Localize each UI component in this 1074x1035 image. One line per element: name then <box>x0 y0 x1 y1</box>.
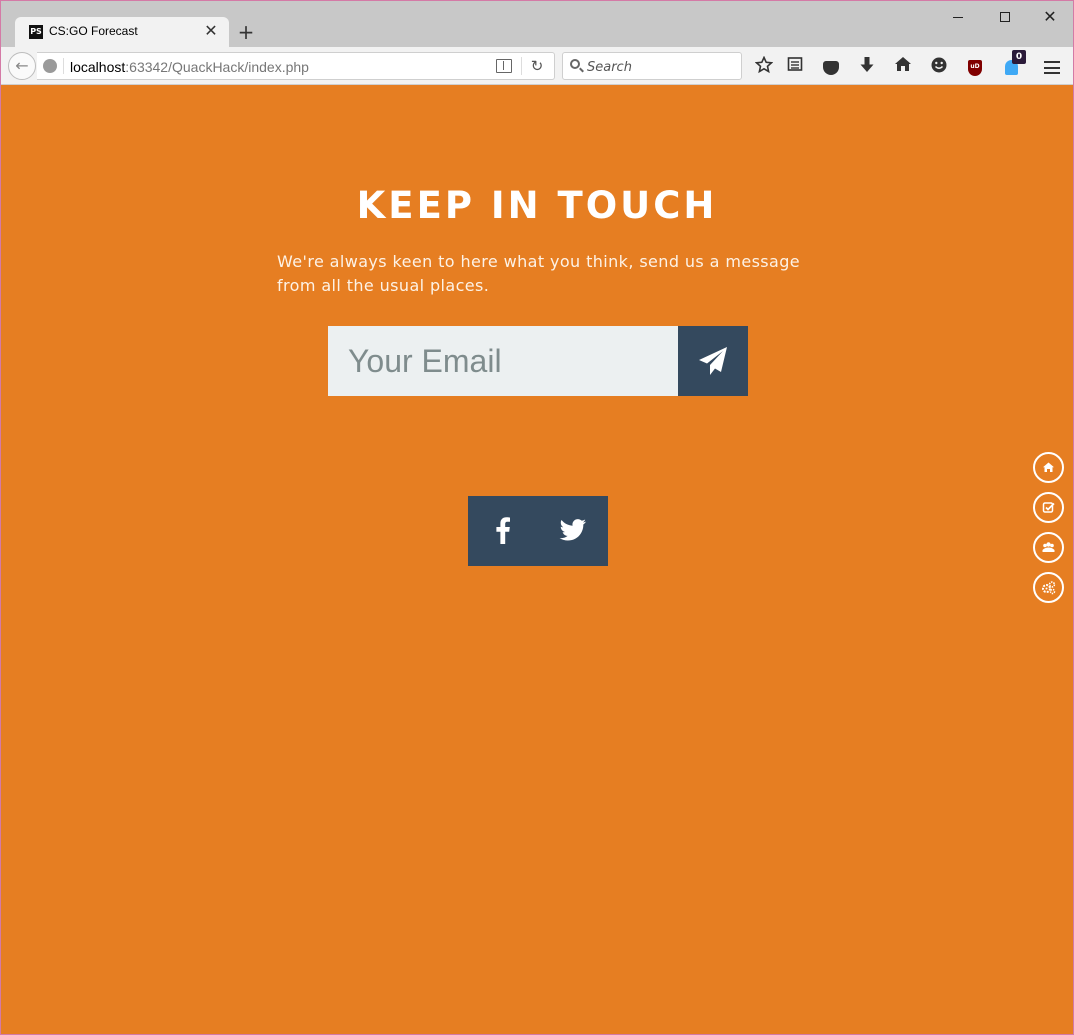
reload-icon[interactable]: ↻ <box>527 56 547 76</box>
address-bar[interactable]: localhost:63342/QuackHack/index.php ↻ <box>37 52 555 80</box>
star-icon[interactable] <box>753 55 775 78</box>
url-divider <box>63 58 64 74</box>
search-icon <box>570 59 580 69</box>
navigation-toolbar: ← localhost:63342/QuackHack/index.php ↻ <box>1 47 1073 85</box>
notification-badge: 0 <box>1012 50 1026 64</box>
facebook-button[interactable] <box>468 496 538 566</box>
side-nav-settings[interactable] <box>1033 572 1064 603</box>
search-input[interactable] <box>587 57 737 77</box>
tab-close-icon[interactable]: ✕ <box>203 22 219 40</box>
url-divider <box>521 57 522 75</box>
url-path: :63342/QuackHack/index.php <box>125 59 309 75</box>
paper-plane-icon <box>699 347 727 375</box>
side-nav-team[interactable] <box>1033 532 1064 563</box>
search-box[interactable] <box>562 52 742 80</box>
url-host: localhost <box>70 59 126 75</box>
ghostery-icon[interactable]: 0 <box>1000 50 1026 78</box>
users-icon <box>1042 542 1055 552</box>
home-icon[interactable] <box>892 56 914 78</box>
facebook-icon <box>496 517 510 544</box>
menu-icon[interactable] <box>1041 56 1063 78</box>
side-nav-home[interactable] <box>1033 452 1064 483</box>
send-button[interactable] <box>678 326 748 396</box>
page-subtitle: We're always keen to here what you think… <box>277 252 801 295</box>
reader-view-icon[interactable] <box>496 59 512 73</box>
social-links <box>468 496 608 566</box>
page-content: KEEP IN TOUCH We're always keen to here … <box>1 86 1073 1034</box>
url-text[interactable]: localhost:63342/QuackHack/index.php <box>70 59 309 75</box>
pocket-icon[interactable] <box>820 56 842 78</box>
home-icon <box>1043 462 1054 472</box>
phpstorm-favicon-icon: PS <box>29 25 43 39</box>
back-arrow-icon[interactable]: ← <box>8 52 36 80</box>
newsletter-form <box>328 326 748 396</box>
maximize-icon[interactable] <box>982 5 1028 29</box>
email-field[interactable] <box>328 326 678 396</box>
twitter-icon <box>559 519 586 541</box>
browser-window: PS CS:GO Forecast ✕ + ✕ ← localhost:6334… <box>0 0 1074 1035</box>
minimize-icon[interactable] <box>935 5 981 29</box>
reading-list-icon[interactable] <box>784 56 806 78</box>
smiley-icon[interactable] <box>928 56 950 78</box>
tab-title: CS:GO Forecast <box>49 24 138 38</box>
checkbox-icon <box>1042 502 1055 513</box>
side-nav-tasks[interactable] <box>1033 492 1064 523</box>
cogs-icon <box>1042 581 1056 595</box>
ublock-icon[interactable]: uD <box>964 56 986 78</box>
globe-icon <box>43 59 57 73</box>
window-close-icon[interactable]: ✕ <box>1027 5 1073 29</box>
page-title: KEEP IN TOUCH <box>356 184 718 227</box>
download-icon[interactable] <box>856 56 878 78</box>
twitter-button[interactable] <box>538 496 608 566</box>
tab-strip: PS CS:GO Forecast ✕ + ✕ <box>1 1 1073 47</box>
new-tab-icon[interactable]: + <box>237 21 255 43</box>
browser-tab[interactable]: PS CS:GO Forecast ✕ <box>15 17 229 47</box>
